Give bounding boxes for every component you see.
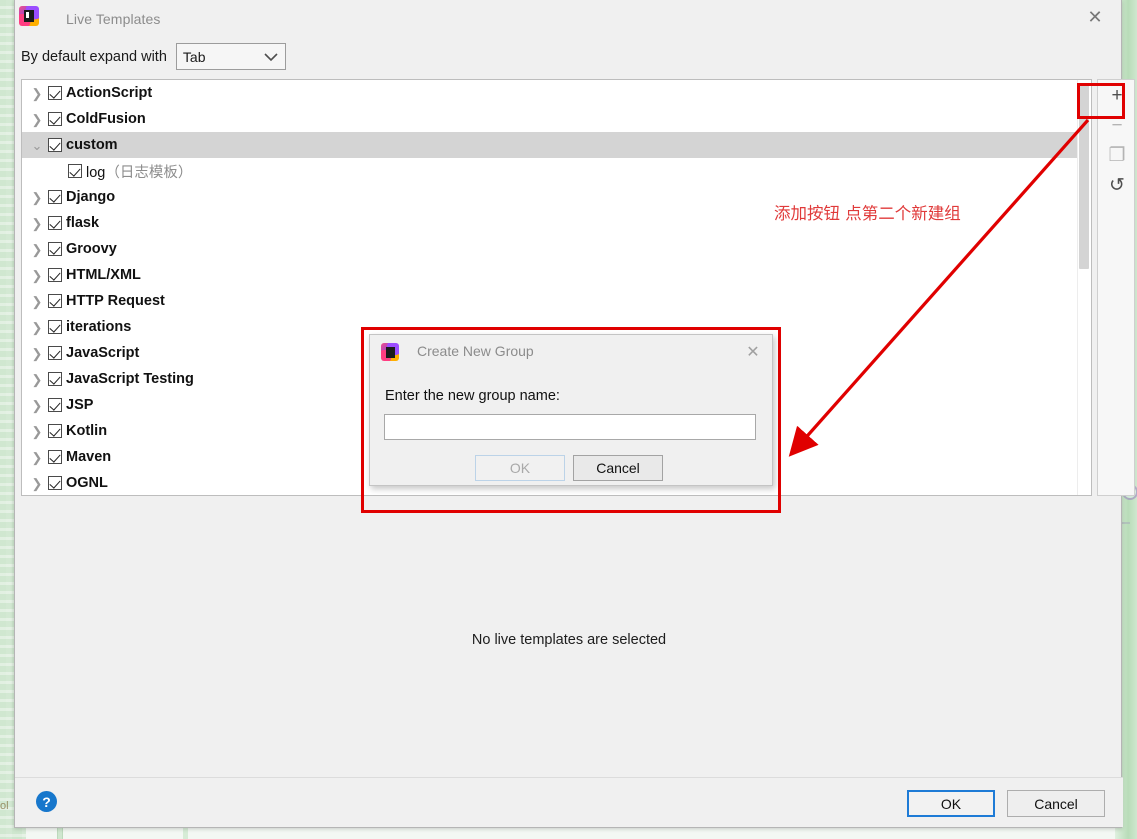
chevron-right-icon[interactable]: ❯ bbox=[26, 425, 48, 438]
ok-button[interactable]: OK bbox=[907, 790, 995, 817]
tree-row-label: Groovy bbox=[66, 241, 117, 257]
no-templates-message: No live templates are selected bbox=[471, 632, 667, 648]
intellij-app-icon bbox=[19, 6, 39, 26]
tree-row-label: log（日志模板） bbox=[86, 164, 193, 181]
checkbox[interactable] bbox=[48, 216, 62, 230]
dialog-titlebar: Create New Group ✕ bbox=[370, 335, 772, 369]
chevron-right-icon[interactable]: ❯ bbox=[26, 477, 48, 490]
window-titlebar: Live Templates ✕ bbox=[15, 0, 1121, 37]
tree-row-label: JSP bbox=[66, 397, 94, 413]
tree-row[interactable]: ❯ HTTP Request bbox=[22, 288, 1091, 314]
chevron-right-icon[interactable]: ❯ bbox=[26, 191, 48, 204]
chevron-right-icon[interactable]: ❯ bbox=[26, 347, 48, 360]
background-left-text: ol bbox=[0, 800, 9, 812]
close-icon[interactable]: ✕ bbox=[1075, 2, 1115, 32]
checkbox[interactable] bbox=[48, 320, 62, 334]
checkbox[interactable] bbox=[48, 476, 62, 490]
intellij-app-icon bbox=[381, 343, 399, 361]
expand-with-value: Tab bbox=[182, 48, 206, 65]
checkbox[interactable] bbox=[48, 294, 62, 308]
close-icon[interactable]: ✕ bbox=[742, 341, 764, 363]
chevron-right-icon[interactable]: ❯ bbox=[26, 243, 48, 256]
tree-side-toolbar: + − ❐ ↺ bbox=[1097, 79, 1135, 496]
dialog-prompt-label: Enter the new group name: bbox=[385, 388, 560, 404]
checkbox[interactable] bbox=[48, 138, 62, 152]
chevron-right-icon[interactable]: ❯ bbox=[26, 373, 48, 386]
window-bottom-bar: ? OK Cancel bbox=[15, 777, 1123, 827]
checkbox[interactable] bbox=[48, 450, 62, 464]
checkbox[interactable] bbox=[48, 268, 62, 282]
window-title: Live Templates bbox=[66, 10, 161, 27]
chevron-right-icon[interactable]: ❯ bbox=[26, 399, 48, 412]
chevron-down-icon bbox=[264, 49, 278, 65]
checkbox[interactable] bbox=[48, 346, 62, 360]
checkbox[interactable] bbox=[48, 86, 62, 100]
tree-row-label: HTML/XML bbox=[66, 267, 141, 283]
dialog-title: Create New Group bbox=[417, 343, 534, 359]
tree-row[interactable]: ❯ ActionScript bbox=[22, 80, 1091, 106]
tree-row-label: ColdFusion bbox=[66, 111, 146, 127]
chevron-down-icon[interactable]: ⌄ bbox=[26, 139, 48, 152]
tree-row[interactable]: ❯ Groovy bbox=[22, 236, 1091, 262]
checkbox[interactable] bbox=[48, 424, 62, 438]
tree-row-label: flask bbox=[66, 215, 100, 231]
expand-with-select[interactable]: Tab bbox=[175, 43, 286, 70]
tree-row-label: JavaScript Testing bbox=[66, 371, 194, 387]
cancel-button[interactable]: Cancel bbox=[1007, 790, 1105, 817]
create-new-group-dialog: Create New Group ✕ Enter the new group n… bbox=[369, 334, 773, 486]
checkbox[interactable] bbox=[48, 372, 62, 386]
tree-row-label: Kotlin bbox=[66, 423, 108, 439]
chevron-right-icon[interactable]: ❯ bbox=[26, 295, 48, 308]
chevron-right-icon[interactable]: ❯ bbox=[26, 113, 48, 126]
tree-row-label: OGNL bbox=[66, 475, 108, 491]
dialog-ok-button[interactable]: OK bbox=[475, 455, 565, 481]
chevron-right-icon[interactable]: ❯ bbox=[26, 451, 48, 464]
tree-scrollbar-thumb[interactable] bbox=[1079, 83, 1089, 269]
tree-row-label: iterations bbox=[66, 319, 132, 335]
tree-scrollbar-track[interactable] bbox=[1077, 80, 1091, 495]
tree-row[interactable]: log（日志模板） bbox=[22, 158, 1091, 184]
checkbox[interactable] bbox=[48, 112, 62, 126]
chevron-right-icon[interactable]: ❯ bbox=[26, 217, 48, 230]
group-name-input[interactable] bbox=[384, 414, 756, 440]
tree-row[interactable]: ❯ HTML/XML bbox=[22, 262, 1091, 288]
tree-row-label: Django bbox=[66, 189, 116, 205]
expand-with-row: By default expand with Tab bbox=[21, 43, 286, 70]
help-icon[interactable]: ? bbox=[36, 791, 57, 812]
minus-icon: − bbox=[1111, 114, 1123, 136]
tree-row-label: ActionScript bbox=[66, 85, 153, 101]
tree-row[interactable]: ❯ ColdFusion bbox=[22, 106, 1091, 132]
plus-icon[interactable]: + bbox=[1098, 80, 1136, 110]
checkbox[interactable] bbox=[48, 242, 62, 256]
tree-row-label: custom bbox=[66, 137, 118, 153]
chevron-right-icon[interactable]: ❯ bbox=[26, 269, 48, 282]
chevron-right-icon[interactable]: ❯ bbox=[26, 321, 48, 334]
annotation-text: 添加按钮 点第二个新建组 bbox=[774, 204, 961, 223]
tree-row[interactable]: ⌄ custom bbox=[22, 132, 1091, 158]
expand-with-label: By default expand with bbox=[21, 48, 167, 65]
checkbox[interactable] bbox=[48, 398, 62, 412]
tree-row-label: HTTP Request bbox=[66, 293, 165, 309]
chevron-right-icon[interactable]: ❯ bbox=[26, 87, 48, 100]
undo-arrow-icon[interactable]: ↺ bbox=[1098, 170, 1136, 200]
checkbox[interactable] bbox=[68, 164, 82, 178]
checkbox[interactable] bbox=[48, 190, 62, 204]
tree-row-description: （日志模板） bbox=[105, 164, 193, 181]
copy-icon: ❐ bbox=[1108, 144, 1126, 166]
dialog-cancel-button[interactable]: Cancel bbox=[573, 455, 663, 481]
tree-row-label: Maven bbox=[66, 449, 112, 465]
tree-row-label: JavaScript bbox=[66, 345, 140, 361]
